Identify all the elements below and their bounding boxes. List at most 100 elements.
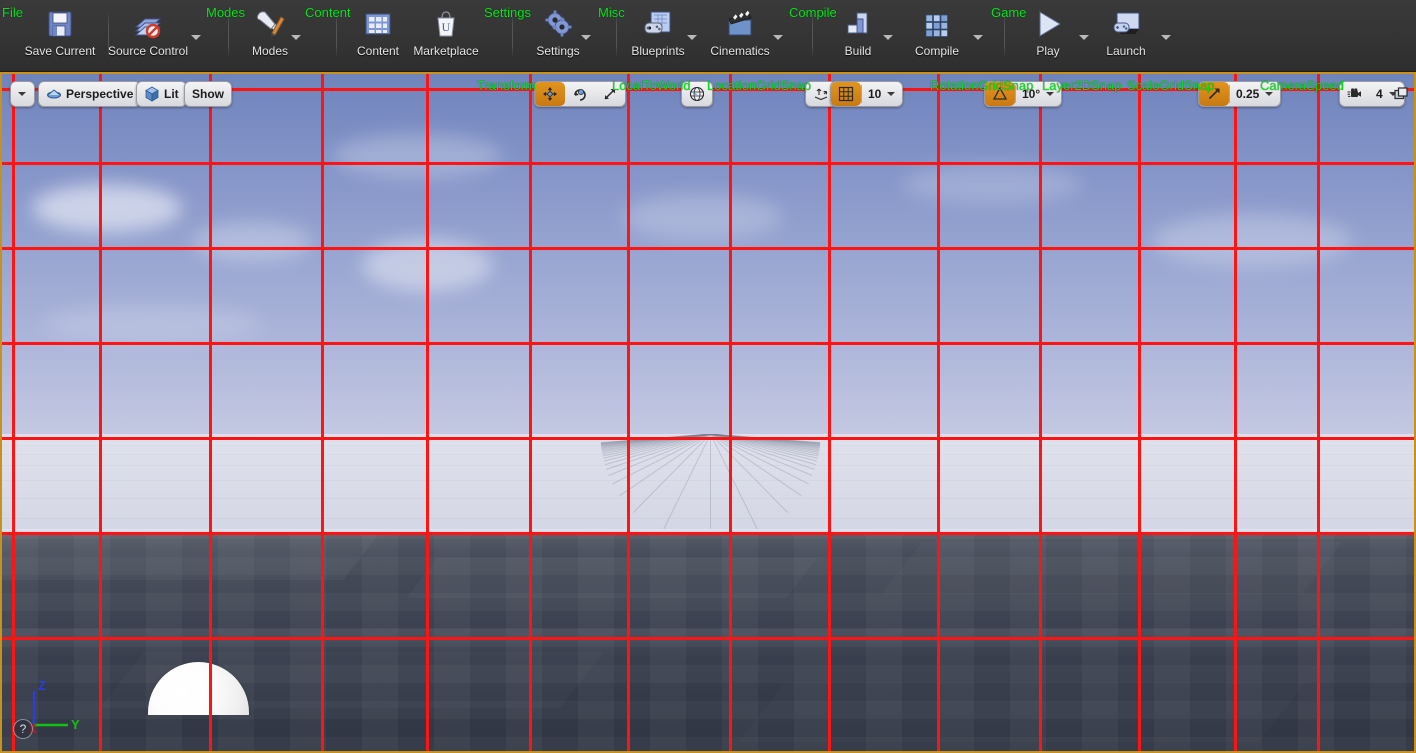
move-arrows-icon [543,87,557,101]
rotate-icon [574,89,586,101]
coordinate-system-group [681,81,713,107]
toolbar-button-label: Marketplace [413,44,479,58]
rotation-grid-snap-value[interactable]: 10° [1016,87,1046,101]
svg-text:Y: Y [71,717,80,732]
toolbar-dropdown-arrow[interactable] [882,33,894,43]
scale-grid-snap-value[interactable]: 0.25 [1230,87,1265,101]
lit-cube-icon [145,86,159,102]
play-icon [1031,6,1065,42]
scale-grid-snap-dropdown[interactable] [1265,82,1280,106]
toolbar-button-blueprints[interactable]: Blueprints [624,6,692,64]
toolbar-separator [812,12,813,58]
settings-gear-icon [541,6,575,42]
transform-mode-group [534,81,626,107]
modes-wrench-icon [253,6,287,42]
perspective-button[interactable]: Perspective [39,82,140,106]
toolbar-button-label: Compile [914,44,959,58]
lit-label: Lit [164,87,179,101]
scale-icon [604,89,615,100]
grid-icon [838,86,854,102]
source-control-icon [131,6,165,42]
build-icon [841,6,875,42]
rotation-grid-snap-group: 10° [984,81,1063,107]
scale-mode-button[interactable] [595,82,625,106]
toolbar-dropdown-arrow[interactable] [1160,33,1172,43]
toolbar-button-label: Cinematics [710,44,770,58]
compile-cubes-icon [920,6,954,42]
world-coordinate-button[interactable] [682,82,712,106]
toolbar-button-build[interactable]: Build [832,6,884,64]
level-viewport[interactable]: Perspective Lit Show 10 10° 0.25 4 Trans… [0,72,1416,753]
location-grid-snap-toggle[interactable] [831,82,861,106]
toolbar-separator [616,12,617,58]
toolbar-button-launch[interactable]: Launch [1098,6,1154,64]
toolbar-dropdown-arrow[interactable] [686,33,698,43]
toolbar-dropdown-arrow[interactable] [972,33,984,43]
perspective-icon [47,89,61,99]
toolbar-separator [1004,12,1005,58]
camera-speed-button[interactable] [1340,82,1370,106]
surface-snap-icon [814,88,828,101]
view-options-group [10,81,35,107]
show-button[interactable]: Show [185,82,231,106]
toolbar-button-compile[interactable]: Compile [906,6,968,64]
toolbar-dropdown-arrow[interactable] [1078,33,1090,43]
sphere-actor[interactable] [148,662,249,715]
rotation-grid-snap-toggle[interactable] [985,82,1015,106]
view-mode-group: Lit [136,81,187,107]
toolbar-button-cinematics[interactable]: Cinematics [704,6,776,64]
camera-mode-group: Perspective [38,81,142,107]
viewport-menu-button[interactable] [11,82,34,106]
toolbar-button-label: Launch [1106,44,1146,58]
scale-grid-snap-group: 0.25 [1198,81,1282,107]
rotation-grid-snap-dropdown[interactable] [1046,82,1061,106]
toolbar-button-save-current[interactable]: Save Current [20,6,100,64]
toolbar-button-label: Modes [251,44,289,58]
toolbar-button-label: Build [844,44,872,58]
chevron-down-icon [1046,91,1055,97]
floppy-disk-icon [43,6,77,42]
show-menu-group: Show [184,81,232,107]
toolbar-button-source-control[interactable]: Source Control [104,6,192,64]
translate-mode-button[interactable] [535,82,565,106]
location-grid-snap-value[interactable]: 10 [862,87,887,101]
perspective-label: Perspective [66,87,134,101]
toolbar-button-label: Blueprints [631,44,685,58]
viewport-help-button[interactable]: ? [13,719,33,739]
blueprints-icon [641,6,675,42]
rotate-mode-button[interactable] [565,82,595,106]
camera-icon [1347,88,1361,97]
toolbar-button-content[interactable]: Content [348,6,408,64]
chevron-down-icon [18,91,27,97]
toolbar-dropdown-arrow[interactable] [290,33,302,43]
content-browser-icon [361,6,395,42]
toolbar-button-label: Play [1036,44,1060,58]
viewport-toolbar: Perspective Lit Show 10 10° 0.25 4 [2,74,1414,114]
angle-icon [992,86,1008,100]
toolbar-button-settings[interactable]: Settings [528,6,588,64]
toolbar-button-play[interactable]: Play [1022,6,1074,64]
maximize-viewport-button[interactable] [1390,83,1412,105]
toolbar-dropdown-arrow[interactable] [772,33,784,43]
maximize-icon [1394,87,1408,100]
toolbar-dropdown-arrow[interactable] [580,33,592,43]
main-toolbar: Save Current Source Control Modes Content U M… [0,0,1416,72]
lit-button[interactable]: Lit [137,82,186,106]
camera-speed-value[interactable]: 4 [1370,87,1389,101]
launch-icon [1109,6,1143,42]
scale-grid-snap-toggle[interactable] [1199,82,1229,106]
toolbar-button-label: Content [356,44,400,58]
toolbar-separator [512,12,513,58]
marketplace-bag-icon: U [429,6,463,42]
chevron-down-icon [1265,91,1274,97]
globe-icon [689,86,705,102]
toolbar-button-marketplace[interactable]: U Marketplace [408,6,484,64]
toolbar-dropdown-arrow[interactable] [190,33,202,43]
location-grid-snap-dropdown[interactable] [887,82,902,106]
toolbar-button-label: Source Control [107,44,189,58]
show-label: Show [192,87,224,101]
toolbar-button-label: Save Current [24,44,96,58]
svg-text:Z: Z [38,678,46,693]
sphere-clip-region [2,74,1414,715]
cinematics-clapboard-icon [723,6,757,42]
